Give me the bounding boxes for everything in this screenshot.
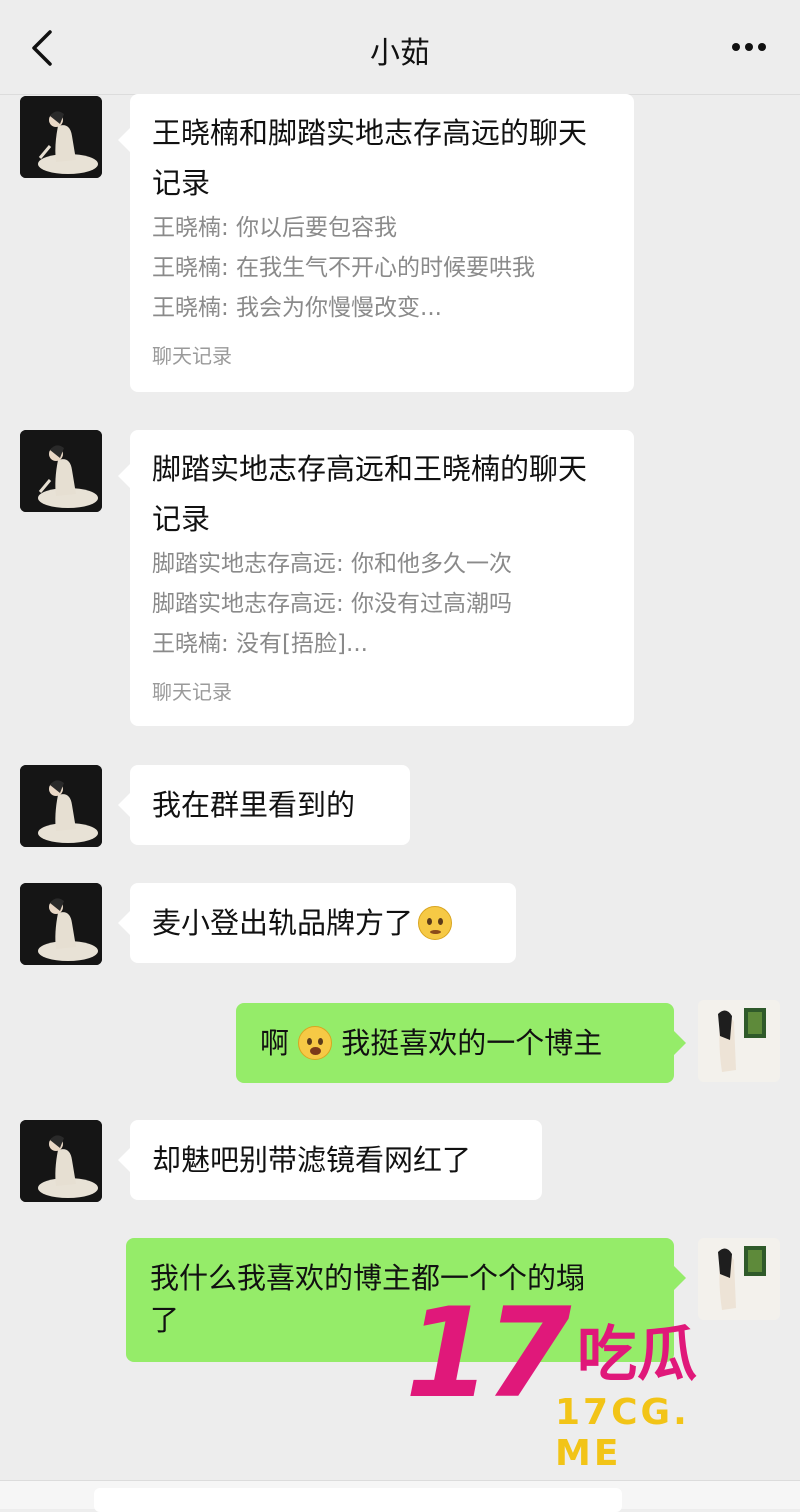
message-text: 却魅吧别带滤镜看网红了 (152, 1143, 472, 1177)
contact-avatar-image (20, 765, 102, 847)
message-text: 我挺喜欢的一个博主 (341, 1026, 603, 1060)
watermark-logo: 17 吃瓜 17CG. ME (405, 1282, 765, 1474)
contact-avatar[interactable] (20, 883, 102, 965)
chat-record-title: 脚踏实地志存高远和王晓楠的聊天记录 (152, 452, 588, 536)
chat-record-title: 王晓楠和脚踏实地志存高远的聊天记录 (152, 116, 588, 200)
pleading-face-emoji (418, 906, 453, 940)
my-avatar-image (698, 1000, 780, 1082)
message-text: 麦小登出轨品牌方了 (152, 906, 414, 940)
chat-record-line: 王晓楠: 我会为你慢慢改变... (152, 295, 442, 321)
chat-header: 小茹 (0, 0, 800, 95)
ellipsis-icon (732, 43, 766, 51)
contact-avatar-image (20, 883, 102, 965)
bubble-tail (674, 1266, 686, 1290)
chat-record-line: 王晓楠: 你以后要包容我 (152, 215, 398, 241)
chat-record-line: 脚踏实地志存高远: 你没有过高潮吗 (152, 591, 513, 617)
bubble-tail (118, 911, 130, 935)
chat-record-card[interactable]: 脚踏实地志存高远和王晓楠的聊天记录 脚踏实地志存高远: 你和他多久一次 脚踏实地… (118, 430, 634, 726)
contact-avatar[interactable] (20, 1120, 102, 1202)
message-text: 啊 (260, 1026, 290, 1060)
chat-record-footer: 聊天记录 (152, 680, 232, 704)
chat-record-card[interactable]: 王晓楠和脚踏实地志存高远的聊天记录 王晓楠: 你以后要包容我 王晓楠: 在我生气… (118, 94, 634, 392)
chat-record-line: 王晓楠: 在我生气不开心的时候要哄我 (152, 255, 536, 281)
bubble-tail (118, 1148, 130, 1172)
message-text-line: 我什么我喜欢的博主都一个个的塌 (150, 1261, 586, 1295)
bubble-tail (674, 1031, 686, 1055)
chat-record-line: 脚踏实地志存高远: 你和他多久一次 (152, 551, 513, 577)
bubble-tail (118, 464, 130, 488)
contact-avatar[interactable] (20, 96, 102, 178)
more-button[interactable] (724, 22, 774, 70)
bubble-tail (118, 128, 130, 152)
chat-title: 小茹 (370, 36, 430, 71)
contact-avatar[interactable] (20, 765, 102, 847)
surprised-face-emoji (298, 1026, 333, 1060)
contact-avatar[interactable] (20, 430, 102, 512)
message-bubble[interactable]: 却魅吧别带滤镜看网红了 (118, 1120, 542, 1200)
contact-avatar-image (20, 1120, 102, 1202)
bubble-tail (118, 793, 130, 817)
watermark-domain: 17CG. ME (555, 1392, 690, 1474)
message-bubble[interactable]: 我在群里看到的 (118, 765, 410, 845)
chat-record-line: 王晓楠: 没有[捂脸]... (152, 631, 368, 657)
contact-avatar-image (20, 430, 102, 512)
watermark-number: 17 (405, 1282, 572, 1426)
my-avatar[interactable] (698, 1000, 780, 1082)
contact-avatar-image (20, 96, 102, 178)
watermark-chinese: 吃瓜 (577, 1320, 697, 1390)
chat-record-footer: 聊天记录 (152, 344, 232, 368)
message-input[interactable] (94, 1488, 622, 1512)
message-text: 我在群里看到的 (152, 788, 356, 822)
message-bubble[interactable]: 麦小登出轨品牌方了 (118, 883, 516, 963)
my-message-bubble[interactable]: 啊 我挺喜欢的一个博主 (236, 1003, 686, 1083)
